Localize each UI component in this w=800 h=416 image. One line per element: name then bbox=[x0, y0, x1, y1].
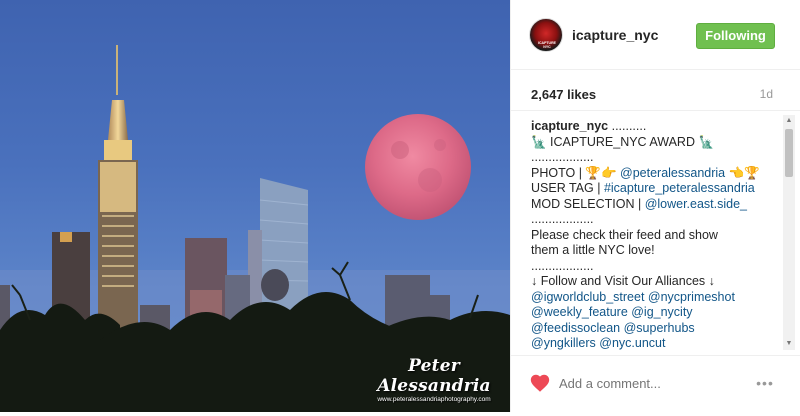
moon bbox=[365, 114, 471, 220]
following-button[interactable]: Following bbox=[696, 23, 775, 49]
scroll-thumb[interactable] bbox=[785, 129, 793, 177]
city-skyline-moon-image bbox=[0, 45, 510, 412]
mod-tag-link[interactable]: @lower.east.side_ bbox=[645, 197, 747, 211]
scroll-up-arrow-icon[interactable]: ▲ bbox=[783, 115, 795, 127]
empire-state-building bbox=[98, 45, 138, 335]
caption-line: Please check their feed and show bbox=[531, 227, 718, 242]
alliance-links[interactable]: @igworldclub_street @nycprimeshot bbox=[531, 290, 779, 306]
avatar-logo-text: ICAPTURE NYC bbox=[538, 41, 556, 49]
caption-line: icapture_nyc .......... bbox=[531, 119, 647, 133]
alliance-links[interactable]: @yngkillers @nyc.uncut bbox=[531, 336, 779, 352]
scroll-down-arrow-icon[interactable]: ▼ bbox=[783, 338, 795, 350]
photo-tag-link[interactable]: @peteralessandria bbox=[620, 166, 725, 180]
watermark-site: www.peteralessandriaphotography.com bbox=[377, 396, 491, 403]
caption-line: .................. bbox=[531, 212, 594, 226]
caption-line: USER TAG | #icapture_peteralessandria bbox=[531, 181, 755, 195]
ellipsis-icon[interactable]: ••• bbox=[753, 373, 777, 393]
alliance-links[interactable]: @weekly_feature @ig_nycity bbox=[531, 305, 779, 321]
user-tag-link[interactable]: #icapture_peteralessandria bbox=[604, 181, 755, 195]
heart-icon[interactable] bbox=[529, 372, 551, 394]
photographer-watermark: Peter Alessandria www.peteralessandriaph… bbox=[370, 356, 498, 403]
username-link[interactable]: icapture_nyc bbox=[572, 27, 658, 43]
caption-line: them a little NYC love! bbox=[531, 243, 655, 257]
caption-line: PHOTO | 🏆👉 @peteralessandria 👈🏆 bbox=[531, 165, 760, 180]
caption-line: .................. bbox=[531, 150, 594, 164]
comments-scrollbar[interactable]: ▲ ▼ bbox=[783, 115, 795, 350]
avatar[interactable]: ICAPTURE NYC bbox=[529, 18, 563, 52]
post-sidebar: ICAPTURE NYC icapture_nyc Following 2,64… bbox=[510, 0, 800, 412]
add-comment-input[interactable] bbox=[559, 373, 749, 393]
caption-line: 🗽 ICAPTURE_NYC AWARD 🗽 bbox=[531, 134, 715, 149]
likes-count[interactable]: 2,647 likes bbox=[531, 87, 596, 102]
post-footer: ••• bbox=[511, 355, 800, 412]
post-photo[interactable]: Peter Alessandria www.peteralessandriaph… bbox=[0, 0, 510, 412]
caption-line: .................. bbox=[531, 258, 594, 273]
caption: icapture_nyc .......... 🗽 ICAPTURE_NYC A… bbox=[531, 119, 779, 352]
post-age[interactable]: 1d bbox=[760, 87, 773, 101]
post-header: ICAPTURE NYC icapture_nyc Following bbox=[511, 0, 800, 70]
caption-line: MOD SELECTION | @lower.east.side_ bbox=[531, 196, 748, 211]
alliance-links[interactable]: @feedissoclean @superhubs bbox=[531, 321, 779, 337]
watermark-signature: Peter Alessandria bbox=[377, 356, 491, 396]
caption-username[interactable]: icapture_nyc bbox=[531, 119, 608, 133]
likes-row: 2,647 likes 1d bbox=[531, 87, 781, 105]
caption-line: ↓ Follow and Visit Our Alliances ↓ bbox=[531, 274, 715, 288]
comments-section[interactable]: icapture_nyc .......... 🗽 ICAPTURE_NYC A… bbox=[511, 110, 800, 355]
